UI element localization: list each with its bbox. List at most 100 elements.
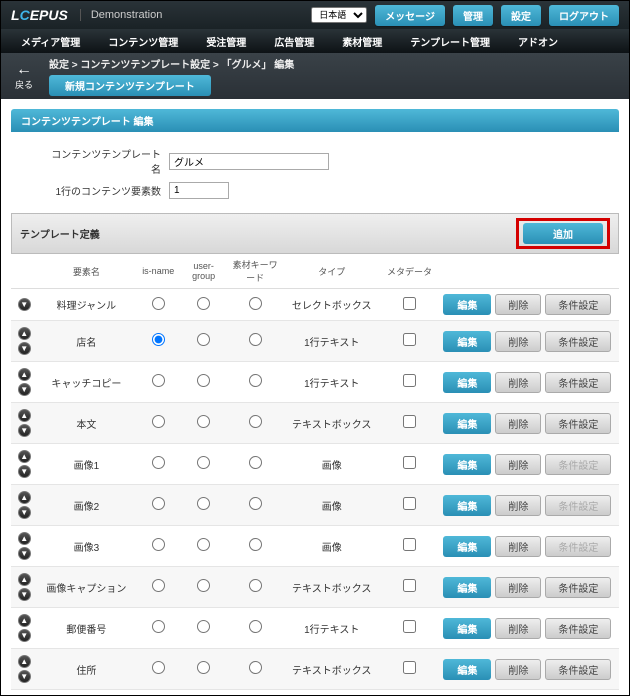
delete-button[interactable]: 削除: [495, 536, 541, 557]
move-up-icon[interactable]: ▲: [18, 327, 31, 340]
move-up-icon[interactable]: ▲: [18, 573, 31, 586]
move-down-icon[interactable]: ▼: [18, 670, 31, 683]
metadata-checkbox[interactable]: [403, 497, 416, 510]
metadata-checkbox[interactable]: [403, 456, 416, 469]
move-down-icon[interactable]: ▼: [18, 506, 31, 519]
keyword-radio[interactable]: [249, 497, 262, 510]
move-down-icon[interactable]: ▼: [18, 465, 31, 478]
keyword-radio[interactable]: [249, 620, 262, 633]
metadata-checkbox[interactable]: [403, 579, 416, 592]
metadata-checkbox[interactable]: [403, 415, 416, 428]
usergroup-radio[interactable]: [197, 456, 210, 469]
condition-button[interactable]: 条件設定: [545, 618, 611, 639]
edit-button[interactable]: 編集: [443, 577, 491, 598]
metadata-checkbox[interactable]: [403, 661, 416, 674]
usergroup-radio[interactable]: [197, 333, 210, 346]
messages-button[interactable]: メッセージ: [375, 5, 445, 26]
isname-radio[interactable]: [152, 415, 165, 428]
isname-radio[interactable]: [152, 333, 165, 346]
edit-button[interactable]: 編集: [443, 618, 491, 639]
logout-button[interactable]: ログアウト: [549, 5, 619, 26]
nav-item[interactable]: メディア管理: [7, 29, 94, 54]
add-button[interactable]: 追加: [523, 223, 603, 244]
isname-radio[interactable]: [152, 374, 165, 387]
move-up-icon[interactable]: ▲: [18, 491, 31, 504]
usergroup-radio[interactable]: [197, 579, 210, 592]
condition-button[interactable]: 条件設定: [545, 372, 611, 393]
edit-button[interactable]: 編集: [443, 372, 491, 393]
move-up-icon[interactable]: ▲: [18, 450, 31, 463]
delete-button[interactable]: 削除: [495, 495, 541, 516]
keyword-radio[interactable]: [249, 661, 262, 674]
new-template-button[interactable]: 新規コンテンツテンプレート: [49, 75, 211, 96]
delete-button[interactable]: 削除: [495, 413, 541, 434]
edit-button[interactable]: 編集: [443, 659, 491, 680]
nav-item[interactable]: テンプレート管理: [396, 29, 504, 54]
condition-button[interactable]: 条件設定: [545, 659, 611, 680]
isname-radio[interactable]: [152, 661, 165, 674]
move-down-icon[interactable]: ▼: [18, 298, 31, 311]
usergroup-radio[interactable]: [197, 297, 210, 310]
isname-radio[interactable]: [152, 497, 165, 510]
delete-button[interactable]: 削除: [495, 577, 541, 598]
move-down-icon[interactable]: ▼: [18, 547, 31, 560]
admin-button[interactable]: 管理: [453, 5, 493, 26]
isname-radio[interactable]: [152, 538, 165, 551]
condition-button[interactable]: 条件設定: [545, 331, 611, 352]
edit-button[interactable]: 編集: [443, 495, 491, 516]
metadata-checkbox[interactable]: [403, 538, 416, 551]
delete-button[interactable]: 削除: [495, 331, 541, 352]
metadata-checkbox[interactable]: [403, 374, 416, 387]
usergroup-radio[interactable]: [197, 661, 210, 674]
nav-item[interactable]: アドオン: [504, 29, 572, 54]
usergroup-radio[interactable]: [197, 415, 210, 428]
nav-item[interactable]: 受注管理: [192, 29, 260, 54]
metadata-checkbox[interactable]: [403, 297, 416, 310]
move-down-icon[interactable]: ▼: [18, 383, 31, 396]
keyword-radio[interactable]: [249, 538, 262, 551]
back-button[interactable]: ← 戻る: [9, 62, 39, 91]
settings-button[interactable]: 設定: [501, 5, 541, 26]
isname-radio[interactable]: [152, 456, 165, 469]
move-up-icon[interactable]: ▲: [18, 368, 31, 381]
edit-button[interactable]: 編集: [443, 454, 491, 475]
move-up-icon[interactable]: ▲: [18, 655, 31, 668]
move-down-icon[interactable]: ▼: [18, 588, 31, 601]
condition-button[interactable]: 条件設定: [545, 577, 611, 598]
delete-button[interactable]: 削除: [495, 618, 541, 639]
edit-button[interactable]: 編集: [443, 536, 491, 557]
keyword-radio[interactable]: [249, 415, 262, 428]
usergroup-radio[interactable]: [197, 497, 210, 510]
move-up-icon[interactable]: ▲: [18, 409, 31, 422]
move-down-icon[interactable]: ▼: [18, 342, 31, 355]
keyword-radio[interactable]: [249, 579, 262, 592]
isname-radio[interactable]: [152, 297, 165, 310]
usergroup-radio[interactable]: [197, 620, 210, 633]
keyword-radio[interactable]: [249, 297, 262, 310]
delete-button[interactable]: 削除: [495, 294, 541, 315]
element-count-input[interactable]: [169, 182, 229, 199]
usergroup-radio[interactable]: [197, 538, 210, 551]
edit-button[interactable]: 編集: [443, 294, 491, 315]
move-up-icon[interactable]: ▲: [18, 532, 31, 545]
metadata-checkbox[interactable]: [403, 620, 416, 633]
template-name-input[interactable]: [169, 153, 329, 170]
condition-button[interactable]: 条件設定: [545, 413, 611, 434]
isname-radio[interactable]: [152, 579, 165, 592]
delete-button[interactable]: 削除: [495, 659, 541, 680]
edit-button[interactable]: 編集: [443, 331, 491, 352]
keyword-radio[interactable]: [249, 456, 262, 469]
keyword-radio[interactable]: [249, 374, 262, 387]
usergroup-radio[interactable]: [197, 374, 210, 387]
move-down-icon[interactable]: ▼: [18, 424, 31, 437]
nav-item[interactable]: 広告管理: [260, 29, 328, 54]
language-select[interactable]: 日本語: [311, 7, 367, 23]
keyword-radio[interactable]: [249, 333, 262, 346]
delete-button[interactable]: 削除: [495, 372, 541, 393]
move-down-icon[interactable]: ▼: [18, 629, 31, 642]
move-up-icon[interactable]: ▲: [18, 614, 31, 627]
nav-item[interactable]: コンテンツ管理: [94, 29, 192, 54]
nav-item[interactable]: 素材管理: [328, 29, 396, 54]
isname-radio[interactable]: [152, 620, 165, 633]
edit-button[interactable]: 編集: [443, 413, 491, 434]
